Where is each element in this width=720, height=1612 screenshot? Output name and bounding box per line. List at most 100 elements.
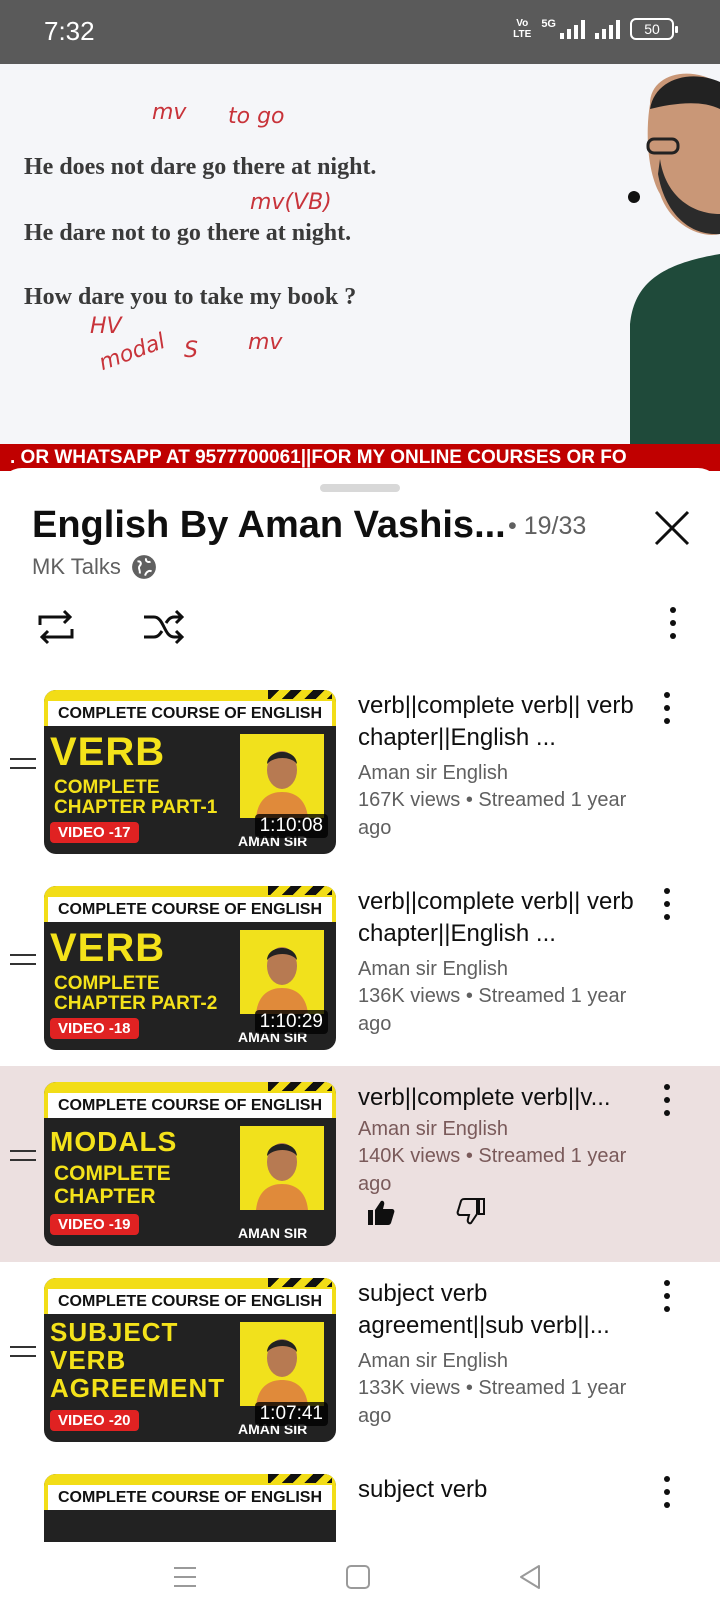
video-title: verb||complete verb||v... — [358, 1084, 611, 1111]
thumb-presenter-photo — [240, 1126, 324, 1210]
video-thumbnail[interactable]: COMPLETE COURSE OF ENGLISH MODALS COMPLE… — [44, 1082, 336, 1246]
playlist-item[interactable]: COMPLETE COURSE OF ENGLISH VERB COMPLETE… — [0, 870, 720, 1066]
thumb-topic: SUBJECT VERB AGREEMENT — [50, 1318, 225, 1402]
video-channel: Aman sir English — [358, 1118, 509, 1140]
playlist-channel-name[interactable]: MK Talks — [32, 554, 121, 580]
thumb-topic: VERB — [50, 730, 166, 774]
presenter-image — [628, 73, 720, 471]
thumb-stripes — [268, 690, 332, 699]
thumb-topic-1: SUBJECT — [50, 1317, 179, 1347]
video-channel: Aman sir English — [358, 762, 509, 784]
video-meta: 136K views • Streamed 1 year ago — [358, 985, 627, 1035]
video-title: subject verb — [358, 1476, 488, 1503]
drag-handle-icon[interactable] — [10, 1346, 36, 1368]
thumb-topic: MODALS — [50, 1126, 178, 1157]
playlist-items: COMPLETE COURSE OF ENGLISH VERB COMPLETE… — [0, 674, 720, 1542]
playlist-item[interactable]: COMPLETE COURSE OF ENGLISH SUBJECT VERB … — [0, 1262, 720, 1458]
thumb-header: COMPLETE COURSE OF ENGLISH — [48, 701, 332, 726]
thumb-presenter-photo — [240, 734, 324, 818]
thumb-topic: VERB — [50, 926, 166, 970]
thumb-video-number: VIDEO -18 — [50, 1018, 139, 1039]
video-duration: 1:10:29 — [254, 1010, 328, 1034]
signal-2-icon — [595, 19, 620, 39]
video-title: verb||complete verb|| verb chapter||Engl… — [358, 692, 634, 751]
video-title: verb||complete verb|| verb chapter||Engl… — [358, 888, 634, 947]
more-vert-icon[interactable] — [660, 1084, 674, 1124]
playlist-item[interactable]: COMPLETE COURSE OF ENGLISH VERB COMPLETE… — [0, 674, 720, 870]
globe-icon — [131, 555, 156, 579]
thumb-subtitle: COMPLETE CHAPTER — [54, 1162, 171, 1208]
volte-indicator: Vo LTE — [513, 18, 531, 40]
thumb-stripes — [268, 1082, 332, 1091]
volte-top: Vo — [516, 18, 529, 29]
status-indicators: Vo LTE 5G 50 — [513, 18, 678, 40]
video-line-2: He dare not to go there at night. — [24, 220, 352, 246]
thumb-stripes — [268, 1278, 332, 1287]
repeat-icon[interactable] — [32, 603, 80, 651]
rating-controls — [366, 1198, 486, 1226]
screen: 7:32 Vo LTE 5G 50 He does not dare go th… — [0, 0, 720, 1612]
video-thumbnail[interactable]: COMPLETE COURSE OF ENGLISH SUBJECT VERB … — [44, 1278, 336, 1442]
video-meta: 133K views • Streamed 1 year ago — [358, 1377, 627, 1427]
thumb-header: COMPLETE COURSE OF ENGLISH — [48, 1289, 332, 1314]
thumb-presenter-name: AMAN SIR — [238, 1225, 308, 1241]
video-info[interactable]: verb||complete verb|| verb chapter||Engl… — [358, 690, 658, 842]
shuffle-icon[interactable] — [140, 603, 188, 651]
thumb-subtitle-2: CHAPTER PART-2 — [54, 993, 218, 1014]
thumb-presenter-photo — [240, 930, 324, 1014]
close-icon[interactable] — [650, 506, 694, 550]
video-info[interactable]: verb||complete verb||v... Aman sir Engli… — [358, 1082, 658, 1198]
nav-home-icon[interactable] — [343, 1562, 373, 1592]
sheet-drag-handle[interactable] — [320, 484, 400, 492]
video-channel: Aman sir English — [358, 958, 509, 980]
video-info[interactable]: subject verb — [358, 1474, 658, 1506]
video-thumbnail[interactable]: COMPLETE COURSE OF ENGLISH VERB COMPLETE… — [44, 690, 336, 854]
video-title: subject verb agreement||sub verb||... — [358, 1280, 610, 1339]
more-vert-icon[interactable] — [660, 888, 674, 928]
playlist-item-current[interactable]: COMPLETE COURSE OF ENGLISH MODALS COMPLE… — [0, 1066, 720, 1262]
video-channel: Aman sir English — [358, 1350, 509, 1372]
nav-back-icon[interactable] — [515, 1562, 545, 1592]
playlist-title: English By Aman Vashis... — [32, 504, 506, 546]
thumb-subtitle-2: CHAPTER PART-1 — [54, 797, 218, 818]
drag-handle-icon[interactable] — [10, 758, 36, 780]
thumb-stripes — [268, 886, 332, 895]
drag-handle-icon[interactable] — [10, 954, 36, 976]
thumb-subtitle-1: COMPLETE — [54, 777, 160, 798]
thumb-topic-2: VERB — [50, 1345, 127, 1375]
volte-mid: LTE — [513, 29, 532, 40]
battery-icon: 50 — [630, 18, 678, 40]
video-thumbnail[interactable]: COMPLETE COURSE OF ENGLISH — [44, 1474, 336, 1542]
annotation-s: S — [184, 338, 198, 363]
video-meta: 140K views • Streamed 1 year ago — [358, 1145, 627, 1195]
annotation-mv-vb: mv(VB) — [250, 190, 332, 215]
thumb-video-number: VIDEO -20 — [50, 1410, 139, 1431]
nav-menu-icon[interactable] — [170, 1562, 200, 1592]
playlist-position: • 19/33 — [508, 512, 587, 540]
thumb-subtitle-1: COMPLETE — [54, 1162, 171, 1185]
video-duration: 1:10:08 — [254, 814, 328, 838]
thumb-subtitle-1: COMPLETE — [54, 973, 160, 994]
playlist-more-icon[interactable] — [670, 603, 700, 651]
thumb-topic-3: AGREEMENT — [50, 1373, 226, 1403]
video-info[interactable]: subject verb agreement||sub verb||... Am… — [358, 1278, 658, 1430]
playlist-item[interactable]: COMPLETE COURSE OF ENGLISH subject verb — [0, 1458, 720, 1542]
more-vert-icon[interactable] — [660, 1280, 674, 1320]
annotation-hv: HV — [90, 314, 122, 339]
dislike-icon[interactable] — [456, 1198, 486, 1226]
video-info[interactable]: verb||complete verb|| verb chapter||Engl… — [358, 886, 658, 1038]
system-nav-bar — [0, 1542, 720, 1612]
like-icon[interactable] — [366, 1198, 396, 1226]
thumb-stripes — [268, 1474, 332, 1483]
more-vert-icon[interactable] — [660, 1476, 674, 1516]
thumb-header: COMPLETE COURSE OF ENGLISH — [48, 897, 332, 922]
video-player[interactable]: He does not dare go there at night. He d… — [0, 64, 720, 471]
drag-handle-icon[interactable] — [10, 1150, 36, 1172]
video-line-3: How dare you to take my book ? — [24, 284, 357, 310]
thumb-subtitle: COMPLETE CHAPTER PART-2 — [54, 974, 217, 1014]
video-line-1: He does not dare go there at night. — [24, 154, 377, 180]
video-duration: 1:07:41 — [254, 1402, 328, 1426]
video-thumbnail[interactable]: COMPLETE COURSE OF ENGLISH VERB COMPLETE… — [44, 886, 336, 1050]
thumb-subtitle-2: CHAPTER — [54, 1185, 156, 1208]
more-vert-icon[interactable] — [660, 692, 674, 732]
